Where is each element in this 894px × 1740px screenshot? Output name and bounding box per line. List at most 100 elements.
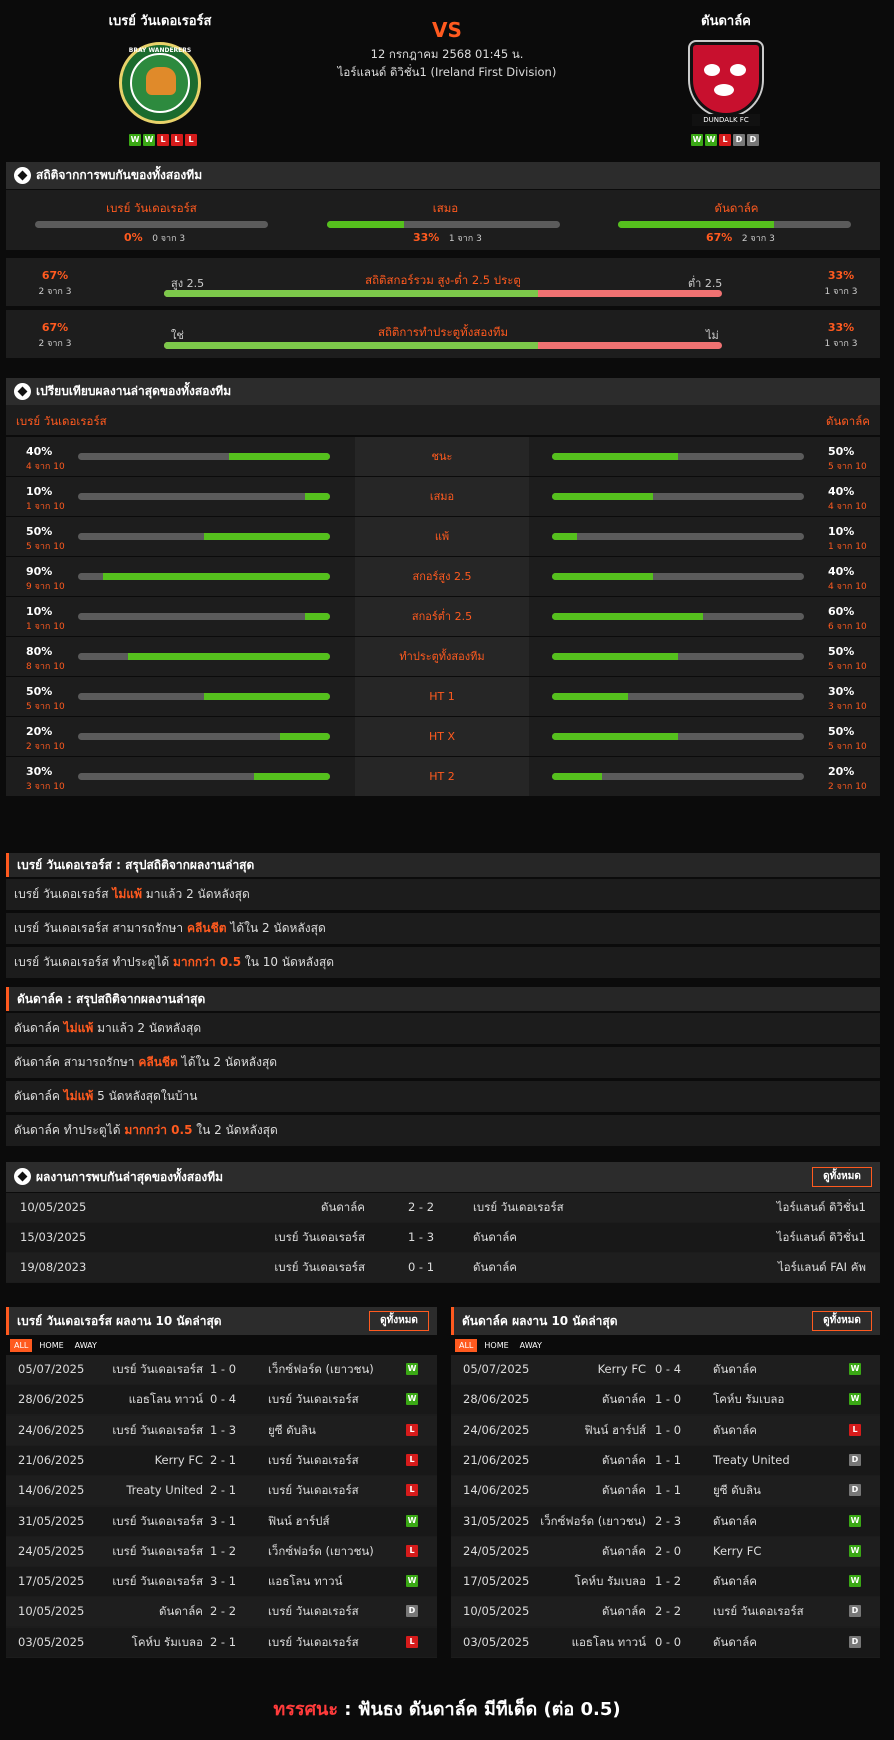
home-last10-header: เบรย์ วันเดอเรอร์ส ผลงาน 10 นัดล่าสุด ดู… [6,1307,437,1335]
table-row[interactable]: 24/05/2025 เบรย์ วันเดอเรอร์ส 1 - 2 เว็กซ์ฟ… [6,1536,437,1566]
home-stat-bar [78,653,330,660]
match-datetime: 12 กรกฎาคม 2568 01:45 น. [370,47,524,61]
bar-fill [552,533,578,540]
home-stat-bar [78,733,330,740]
compare-row: 10% 1 จาก 10 เสมอ 40% 4 จาก 10 [6,477,880,516]
table-row[interactable]: 24/06/2025 ฟินน์ ฮาร์ปส์ 1 - 0 ดันดาล์ค L [451,1415,880,1445]
home-summary-header: เบรย์ วันเดอเรอร์ส : สรุปสถิติจากผลงานล่… [6,853,880,877]
compare-row: 40% 4 จาก 10 ชนะ 50% 5 จาก 10 [6,437,880,476]
table-row[interactable]: 28/06/2025 แอธโลน ทาวน์ 0 - 4 เบรย์ วันเดอเ… [6,1385,437,1415]
result-badge: D [406,1605,418,1618]
table-row[interactable]: 14/06/2025 Treaty United 2 - 1 เบรย์ วันเดอ… [6,1476,437,1506]
form-badge: L [185,134,197,146]
table-row[interactable]: 17/05/2025 โคห์บ รัมเบลอ 1 - 2 ดันดาล์ค W [451,1567,880,1597]
away-team-logo: DUNDALK FC [688,40,764,126]
summary-row: ดันดาล์ค สามารถรักษา คลีนชีต ได้ใน 2 นัด… [6,1047,880,1078]
tab-home[interactable]: HOME [35,1339,67,1352]
prediction-label: ทรรศนะ [273,1699,338,1720]
summary-row: เบรย์ วันเดอเรอร์ส สามารถรักษา คลีนชีต ไ… [6,913,880,944]
away-form-badges: WWLDD [680,131,770,146]
h2h-home-bar [35,221,268,228]
away-stat-bar [552,693,804,700]
compare-section-header: เปรียบเทียบผลงานล่าสุดของทั้งสองทีม [6,378,880,405]
form-badge: W [705,134,717,146]
form-badge: W [143,134,155,146]
bar-fill [618,221,775,228]
result-badge: W [406,1575,418,1588]
stat-label: ชนะ [355,437,529,476]
table-row[interactable]: 05/07/2025 Kerry FC 0 - 4 ดันดาล์ค W [451,1355,880,1384]
over-under-title: สถิติสกอร์รวม สูง-ต่ำ 2.5 ประตู [365,273,521,287]
bar-fill [229,453,330,460]
home-team-name: เบรย์ วันเดอเรอร์ส [108,14,212,29]
home-stat-bar [78,493,330,500]
bar-fill [552,613,704,620]
result-badge: W [406,1514,418,1527]
h2h-summary: เบรย์ วันเดอเรอร์ส 0% 0 จาก 3 เสมอ 33% 1… [6,190,880,250]
bar-fill [552,453,678,460]
home-last10-table: 05/07/2025 เบรย์ วันเดอเรอร์ส 1 - 0 เว็กซ์ฟ… [6,1355,437,1658]
stat-label: สกอร์ต่ำ 2.5 [355,597,529,636]
stat-label: ทำประตูทั้งสองทีม [355,637,529,676]
bar-fill [304,613,330,620]
result-badge: W [406,1393,418,1406]
table-row[interactable]: 21/06/2025 ดันดาล์ค 1 - 1 Treaty United D [451,1445,880,1475]
home-form-badges: WWLLL [118,131,208,146]
compare-row: 10% 1 จาก 10 สกอร์ต่ำ 2.5 60% 6 จาก 10 [6,597,880,636]
form-badge: L [719,134,731,146]
table-row[interactable]: 10/05/2025 ดันดาล์ค 2 - 2 เบรย์ วันเดอเรอร์… [6,1193,880,1222]
h2h-draw-label: เสมอ [432,201,459,215]
table-row[interactable]: 10/05/2025 ดันดาล์ค 2 - 2 เบรย์ วันเดอเรอร์… [6,1597,437,1627]
result-badge: W [406,1363,418,1375]
bar-fill [204,533,330,540]
table-row[interactable]: 03/05/2025 แอธโลน ทาวน์ 0 - 0 ดันดาล์ค D [451,1627,880,1657]
result-badge: L [406,1453,418,1466]
bar-fill [128,653,330,660]
tab-all[interactable]: ALL [10,1339,33,1352]
bar-fill [552,653,678,660]
table-row[interactable]: 10/05/2025 ดันดาล์ค 2 - 2 เบรย์ วันเดอเรอร์… [451,1597,880,1627]
h2h-section-header: สถิติจากการพบกันของทั้งสองทีม [6,162,880,189]
table-row[interactable]: 31/05/2025 เว็กซ์ฟอร์ด (เยาวชน) 2 - 3 ดันดา… [451,1506,880,1536]
table-row[interactable]: 24/05/2025 ดันดาล์ค 2 - 0 Kerry FC W [451,1536,880,1566]
away-stat-bar [552,613,804,620]
table-row[interactable]: 17/05/2025 เบรย์ วันเดอเรอร์ส 3 - 1 แอธโลน … [6,1567,437,1597]
away-last10-tabs: ALL HOME AWAY [455,1337,549,1352]
form-badge: L [157,134,169,146]
result-badge: W [849,1575,861,1588]
form-badge: W [691,134,703,146]
result-badge: D [849,1605,861,1618]
over-under-stat: 67% 2 จาก 3 สูง 2.5 สถิติสกอร์รวม สูง-ต่… [6,258,880,306]
away-summary-header: ดันดาล์ค : สรุปสถิติจากผลงานล่าสุด [6,987,880,1011]
over-under-bar [164,290,722,297]
summary-row: ดันดาล์ค ไม่แพ้ มาแล้ว 2 นัดหลังสุด [6,1013,880,1044]
table-row[interactable]: 21/06/2025 Kerry FC 2 - 1 เบรย์ วันเดอเรอร์… [6,1445,437,1475]
tab-all[interactable]: ALL [455,1339,478,1352]
tab-away[interactable]: AWAY [516,1339,546,1352]
table-row[interactable]: 03/05/2025 โคห์บ รัมเบลอ 2 - 1 เบรย์ วันเดอ… [6,1627,437,1657]
result-badge: W [849,1514,861,1527]
tab-away[interactable]: AWAY [71,1339,101,1352]
table-row[interactable]: 19/08/2023 เบรย์ วันเดอเรอร์ส 0 - 1 ดันดาล์… [6,1253,880,1282]
table-row[interactable]: 15/03/2025 เบรย์ วันเดอเรอร์ส 1 - 3 ดันดาล์… [6,1223,880,1252]
bar-fill [327,221,404,228]
form-badge: D [747,134,759,146]
table-row[interactable]: 05/07/2025 เบรย์ วันเดอเรอร์ส 1 - 0 เว็กซ์ฟ… [6,1355,437,1384]
away-last10-view-all-button[interactable]: ดูทั้งหมด [812,1311,872,1331]
form-badge: L [171,134,183,146]
table-row[interactable]: 31/05/2025 เบรย์ วันเดอเรอร์ส 3 - 1 ฟินน์ ฮ… [6,1506,437,1536]
table-row[interactable]: 24/06/2025 เบรย์ วันเดอเรอร์ส 1 - 3 ยูซี ดั… [6,1415,437,1445]
recent-h2h-view-all-button[interactable]: ดูทั้งหมด [812,1167,872,1187]
home-last10-view-all-button[interactable]: ดูทั้งหมด [369,1311,429,1331]
home-stat-bar [78,613,330,620]
bar-fill [164,290,538,297]
table-row[interactable]: 28/06/2025 ดันดาล์ค 1 - 0 โคห์บ รัมเบลอ W [451,1385,880,1415]
result-badge: L [406,1544,418,1557]
bar-fill [279,733,330,740]
tab-home[interactable]: HOME [480,1339,512,1352]
vs-label: VS [432,18,462,42]
result-badge: L [406,1635,418,1648]
bar-fill [552,573,653,580]
stat-label: สกอร์สูง 2.5 [355,557,529,596]
table-row[interactable]: 14/06/2025 ดันดาล์ค 1 - 1 ยูซี ดับลิน D [451,1476,880,1506]
